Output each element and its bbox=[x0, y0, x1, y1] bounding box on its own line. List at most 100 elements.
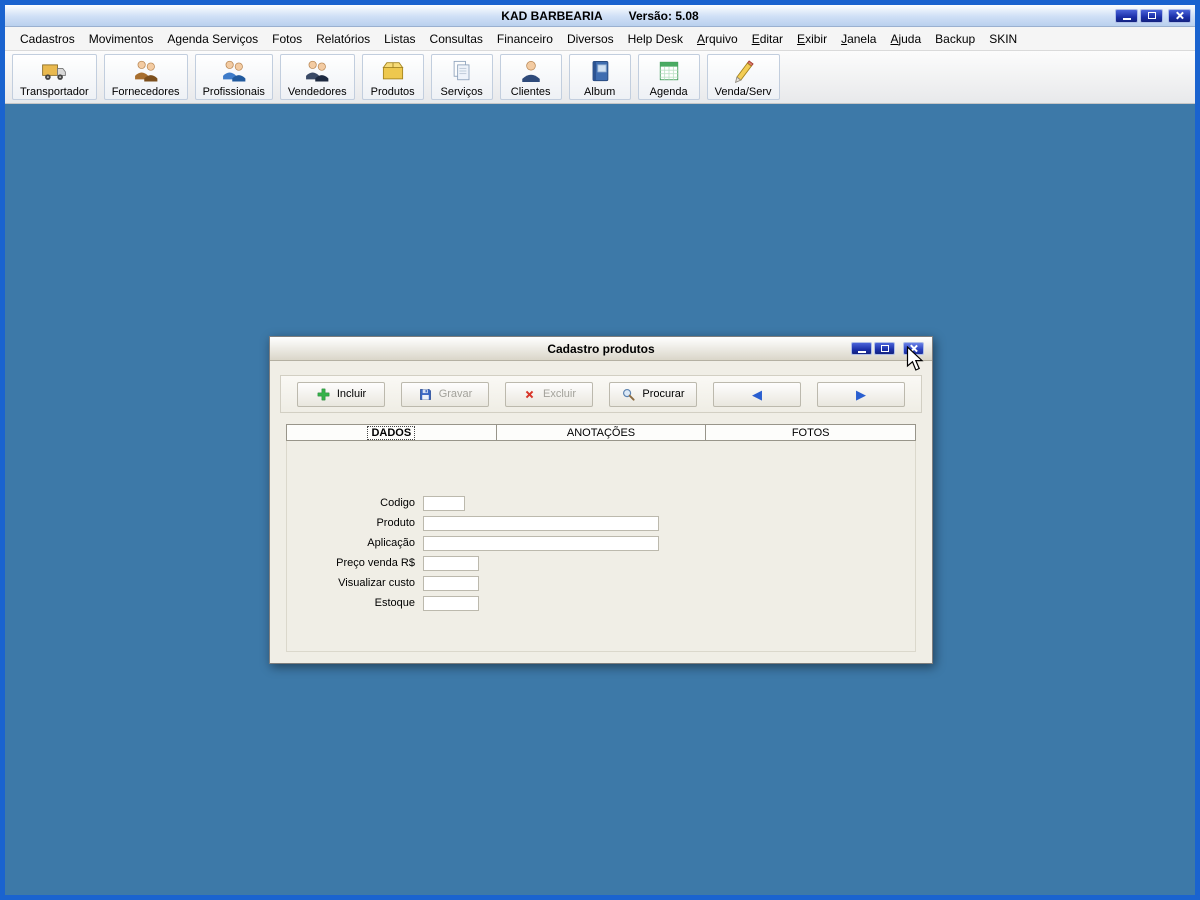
maximize-icon bbox=[880, 345, 889, 352]
visualizar-custo-input[interactable] bbox=[423, 575, 479, 591]
dialog-title: Cadastro produtos bbox=[547, 341, 655, 356]
preco-venda-label: Preço venda R$ bbox=[336, 557, 415, 569]
previous-record-button[interactable]: ◀ bbox=[713, 381, 801, 407]
toolbar-button-fornecedores[interactable]: Fornecedores bbox=[103, 54, 188, 100]
toolbar-button-album[interactable]: Album bbox=[568, 54, 631, 100]
plus-icon bbox=[317, 388, 330, 400]
produto-label: Produto bbox=[376, 517, 415, 529]
tab-dados[interactable]: DADOS bbox=[286, 424, 497, 441]
menu-item-help-desk[interactable]: Help Desk bbox=[621, 29, 690, 49]
truck-icon bbox=[40, 57, 68, 85]
maximize-icon bbox=[1147, 12, 1156, 19]
search-icon bbox=[623, 388, 635, 401]
tab-fotos[interactable]: FOTOS bbox=[706, 424, 917, 441]
close-button[interactable] bbox=[1168, 8, 1191, 23]
cadastro-produtos-window: Cadastro produtos Incluir Gravar Excluir… bbox=[269, 336, 933, 664]
gravar-label: Gravar bbox=[438, 388, 473, 400]
toolbar-button-label: Fornecedores bbox=[111, 85, 180, 98]
dialog-window-controls bbox=[851, 342, 932, 355]
toolbar-button-label: Profissionais bbox=[202, 85, 265, 98]
produto-input[interactable] bbox=[423, 515, 659, 531]
close-icon bbox=[1175, 11, 1184, 20]
menu-bar: Cadastros Movimentos Agenda Serviços Fot… bbox=[5, 27, 1195, 51]
toolbar-button-produtos[interactable]: Produtos bbox=[361, 54, 424, 100]
minimize-button[interactable] bbox=[1115, 8, 1138, 23]
menu-item-editar[interactable]: Editar bbox=[745, 29, 790, 49]
incluir-button[interactable]: Incluir bbox=[297, 381, 385, 407]
app-title: KAD BARBEARIA bbox=[501, 8, 603, 23]
dialog-close-button[interactable] bbox=[903, 342, 924, 355]
menu-item-cadastros[interactable]: Cadastros bbox=[13, 29, 82, 49]
box-icon bbox=[379, 57, 407, 85]
client-person-icon bbox=[517, 57, 545, 85]
preco-venda-input[interactable] bbox=[423, 555, 479, 571]
tab-anotacoes[interactable]: ANOTAÇÕES bbox=[496, 424, 707, 441]
arrow-right-icon: ▶ bbox=[856, 386, 866, 402]
dialog-minimize-button[interactable] bbox=[851, 342, 872, 355]
form-row: Aplicação bbox=[287, 533, 915, 553]
incluir-label: Incluir bbox=[336, 388, 367, 400]
app-version: Versão: 5.08 bbox=[628, 8, 699, 23]
menu-item-agenda-servicos[interactable]: Agenda Serviços bbox=[160, 29, 265, 49]
application-window: KAD BARBEARIA Versão: 5.08 Cadastros Movi… bbox=[0, 0, 1200, 900]
save-disk-icon bbox=[419, 388, 431, 400]
menu-item-arquivo[interactable]: Arquivo bbox=[690, 29, 745, 49]
toolbar-button-servicos[interactable]: Serviços bbox=[430, 54, 493, 100]
menu-item-diversos[interactable]: Diversos bbox=[560, 29, 621, 49]
form-row: Estoque bbox=[287, 593, 915, 613]
toolbar-button-transportador[interactable]: Transportador bbox=[12, 54, 97, 100]
minimize-icon bbox=[1122, 17, 1131, 20]
toolbar-button-label: Clientes bbox=[510, 85, 551, 98]
procurar-button[interactable]: Procurar bbox=[609, 381, 697, 407]
menu-item-fotos[interactable]: Fotos bbox=[265, 29, 309, 49]
excluir-label: Excluir bbox=[542, 388, 576, 400]
menu-item-ajuda[interactable]: Ajuda bbox=[883, 29, 928, 49]
codigo-input[interactable] bbox=[423, 495, 465, 511]
codigo-label: Codigo bbox=[380, 497, 415, 509]
window-controls bbox=[1115, 8, 1195, 23]
delete-x-icon bbox=[525, 390, 534, 398]
sellers-people-icon bbox=[303, 57, 331, 85]
aplicacao-input[interactable] bbox=[423, 535, 659, 551]
excluir-button[interactable]: Excluir bbox=[505, 381, 593, 407]
maximize-button[interactable] bbox=[1140, 8, 1163, 23]
form-row: Codigo bbox=[287, 493, 915, 513]
minimize-icon bbox=[857, 350, 866, 353]
toolbar-button-label: Venda/Serv bbox=[714, 85, 772, 98]
estoque-label: Estoque bbox=[374, 597, 415, 609]
menu-item-relatorios[interactable]: Relatórios bbox=[309, 29, 377, 49]
gravar-button[interactable]: Gravar bbox=[401, 381, 489, 407]
menu-item-financeiro[interactable]: Financeiro bbox=[490, 29, 560, 49]
menu-item-listas[interactable]: Listas bbox=[377, 29, 422, 49]
next-record-button[interactable]: ▶ bbox=[817, 381, 905, 407]
menu-item-exibir[interactable]: Exibir bbox=[790, 29, 834, 49]
album-book-icon bbox=[586, 57, 614, 85]
form-row: Preço venda R$ bbox=[287, 553, 915, 573]
dialog-toolbar: Incluir Gravar Excluir Procurar ◀ ▶ bbox=[280, 375, 922, 413]
documents-icon bbox=[448, 57, 476, 85]
toolbar-button-venda-serv[interactable]: Venda/Serv bbox=[706, 54, 780, 100]
pencil-icon bbox=[729, 57, 757, 85]
menu-item-janela[interactable]: Janela bbox=[834, 29, 883, 49]
close-icon bbox=[909, 344, 918, 353]
form-row: Visualizar custo bbox=[287, 573, 915, 593]
menu-item-backup[interactable]: Backup bbox=[928, 29, 982, 49]
toolbar-button-profissionais[interactable]: Profissionais bbox=[194, 54, 273, 100]
toolbar-button-clientes[interactable]: Clientes bbox=[499, 54, 562, 100]
menu-item-consultas[interactable]: Consultas bbox=[423, 29, 490, 49]
toolbar-button-vendedores[interactable]: Vendedores bbox=[279, 54, 355, 100]
menu-item-movimentos[interactable]: Movimentos bbox=[82, 29, 161, 49]
main-title: KAD BARBEARIA Versão: 5.08 bbox=[5, 9, 1195, 23]
main-titlebar: KAD BARBEARIA Versão: 5.08 bbox=[5, 5, 1195, 27]
estoque-input[interactable] bbox=[423, 595, 479, 611]
dados-tab-panel: Codigo Produto Aplicação Preço venda R$ … bbox=[286, 441, 916, 652]
professionals-people-icon bbox=[220, 57, 248, 85]
toolbar-button-label: Vendedores bbox=[287, 85, 347, 98]
dialog-maximize-button[interactable] bbox=[874, 342, 895, 355]
toolbar-button-agenda[interactable]: Agenda bbox=[637, 54, 700, 100]
toolbar-button-label: Album bbox=[584, 85, 616, 98]
menu-item-skin[interactable]: SKIN bbox=[982, 29, 1024, 49]
form-row: Produto bbox=[287, 513, 915, 533]
dialog-tabs: DADOS ANOTAÇÕES FOTOS bbox=[286, 424, 917, 441]
dialog-titlebar[interactable]: Cadastro produtos bbox=[270, 337, 932, 361]
